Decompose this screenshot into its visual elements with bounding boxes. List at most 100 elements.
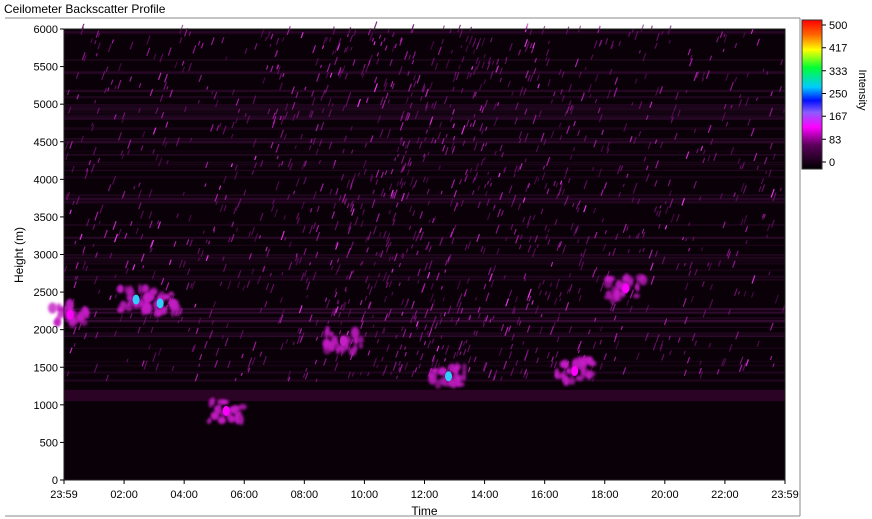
cloud-speckle — [586, 370, 596, 378]
horizontal-band — [64, 103, 785, 106]
horizontal-band — [64, 111, 785, 114]
horizontal-band — [64, 150, 785, 153]
cloud-speckle — [206, 419, 212, 425]
cloud-speckle — [216, 404, 220, 415]
horizontal-band — [64, 200, 785, 204]
cloud-speckle — [603, 277, 613, 289]
horizontal-band — [64, 59, 785, 61]
cloud-speckle — [440, 379, 447, 384]
cloud-feature — [339, 335, 347, 346]
horizontal-band — [64, 197, 785, 201]
colorbar-ticks: 0 83 167 250 333 417 500 — [822, 20, 847, 169]
cloud-speckle — [454, 362, 460, 370]
horizontal-band — [64, 166, 785, 168]
cloud-speckle — [603, 294, 613, 300]
horizontal-band — [64, 169, 785, 172]
cloud-speckle — [633, 293, 640, 299]
colorbar-tick-label: 0 — [829, 157, 835, 169]
cloud-speckle — [138, 283, 142, 295]
horizontal-band — [64, 268, 785, 272]
cloud-speckle — [455, 374, 465, 382]
horizontal-band — [64, 364, 785, 367]
cloud-speckle — [168, 291, 174, 296]
cloud-speckle — [216, 399, 226, 405]
cloud-speckle — [429, 372, 434, 380]
x-tick-label: 22:00 — [711, 489, 739, 501]
y-tick-label: 6000 — [34, 24, 58, 36]
colorbar-tick-label: 83 — [829, 134, 841, 146]
cloud-speckle — [65, 299, 74, 311]
y-tick-label: 1000 — [34, 400, 58, 412]
cloud-speckle — [327, 341, 335, 349]
horizontal-band — [64, 163, 785, 166]
cloud-speckle — [81, 305, 89, 316]
horizontal-band — [64, 347, 785, 349]
cloud-speckle — [565, 367, 572, 375]
y-tick-label: 1500 — [34, 362, 58, 374]
horizontal-band — [64, 262, 785, 265]
cloud-speckle — [120, 300, 125, 310]
x-tick-label: 06:00 — [230, 489, 258, 501]
cloud-speckle — [150, 294, 155, 301]
horizontal-band — [64, 161, 785, 164]
horizontal-band — [64, 361, 785, 363]
cloud-speckle — [638, 274, 648, 286]
horizontal-band — [64, 194, 785, 197]
cloud-feature — [132, 294, 140, 305]
horizontal-band — [64, 317, 785, 320]
horizontal-band — [64, 223, 785, 226]
chart-canvas: 0500100015002000250030003500400045005000… — [5, 17, 847, 517]
horizontal-band — [64, 127, 785, 131]
y-axis: 0 500 1000 1500 2000 2500 3000 3500 4000 4500 5000… — [34, 24, 64, 487]
y-tick-label: 5000 — [34, 99, 58, 111]
y-tick-label: 3500 — [34, 212, 58, 224]
cloud-speckle — [358, 343, 363, 349]
x-tick-label: 23:59 — [771, 489, 799, 501]
horizontal-band — [64, 141, 785, 144]
horizontal-band — [64, 244, 785, 246]
y-axis-label: Height (m) — [12, 226, 26, 284]
cloud-speckle — [575, 375, 584, 382]
y-tick-label: 2000 — [34, 325, 58, 337]
x-tick-label: 12:00 — [411, 489, 439, 501]
cloud-speckle — [350, 326, 360, 339]
horizontal-band — [64, 31, 785, 34]
cloud-speckle — [434, 379, 442, 389]
x-axis: 23:59 02:00 04:00 06:00 08:00 10:00 12:00 14:00… — [50, 480, 799, 501]
y-tick-label: 3000 — [34, 250, 58, 262]
colorbar-tick-label: 500 — [829, 20, 847, 32]
horizontal-band — [64, 154, 785, 156]
horizontal-band — [64, 275, 785, 279]
cloud-feature — [156, 298, 164, 309]
cloud-speckle — [234, 405, 242, 411]
cloud-feature — [622, 283, 630, 294]
cloud-speckle — [235, 410, 242, 419]
cloud-speckle — [140, 295, 150, 300]
horizontal-band — [64, 105, 785, 109]
cloud-speckle — [636, 281, 640, 293]
cloud-speckle — [567, 377, 576, 385]
cloud-speckle — [325, 326, 330, 335]
horizontal-band — [64, 254, 785, 256]
cloud-speckle — [555, 372, 565, 379]
cloud-speckle — [438, 367, 447, 375]
horizontal-band — [64, 278, 785, 281]
cloud-speckle — [48, 302, 57, 314]
x-axis-label: Time — [411, 504, 438, 518]
colorbar-tick-label: 167 — [829, 111, 847, 123]
cloud-speckle — [141, 307, 145, 317]
cloud-speckle — [579, 360, 585, 367]
horizontal-band — [64, 371, 785, 374]
y-tick-label: 5500 — [34, 62, 58, 74]
colorbar — [801, 19, 823, 170]
x-tick-label: 14:00 — [471, 489, 499, 501]
x-tick-label: 23:59 — [50, 489, 78, 501]
cloud-feature — [66, 309, 74, 320]
horizontal-band — [64, 71, 785, 75]
x-tick-label: 08:00 — [291, 489, 319, 501]
cloud-feature — [571, 366, 579, 377]
boundary-layer-band — [64, 389, 785, 402]
cloud-feature — [222, 405, 230, 416]
x-tick-label: 16:00 — [531, 489, 559, 501]
cloud-speckle — [562, 359, 569, 365]
